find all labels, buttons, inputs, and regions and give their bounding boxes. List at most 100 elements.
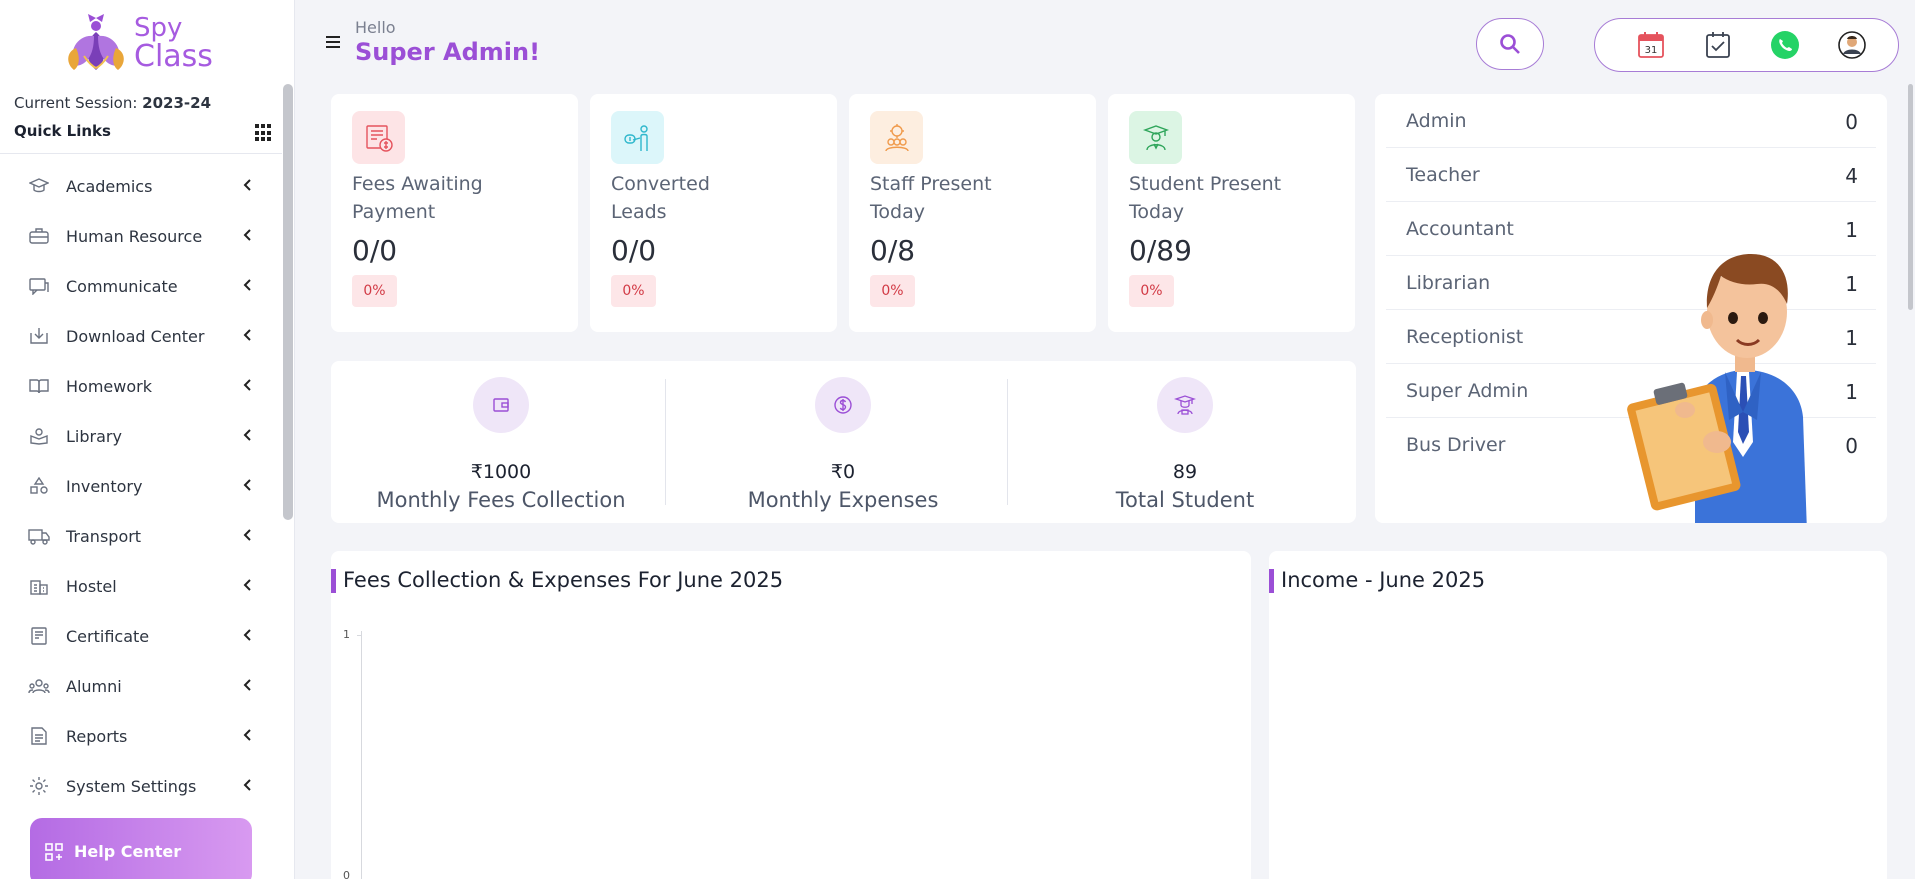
truck-icon xyxy=(28,525,50,547)
summary-value: 89 xyxy=(1172,461,1198,483)
panel-title: Income - June 2025 xyxy=(1281,568,1486,592)
divider xyxy=(1007,379,1008,505)
session-value: 2023-24 xyxy=(142,94,212,112)
sidebar-item-label: Communicate xyxy=(66,276,178,296)
sidebar-item-label: Academics xyxy=(66,176,153,196)
stat-title: Staff Present Today xyxy=(870,170,1070,226)
whatsapp-icon xyxy=(1771,31,1799,59)
current-session: Current Session: 2023-24 xyxy=(14,94,211,112)
sidebar-menu: Academics Human Resource Communicate Dow… xyxy=(0,161,282,811)
logo[interactable]: Spy Class xyxy=(64,12,234,74)
panel-title: Fees Collection & Expenses For June 2025 xyxy=(343,568,784,592)
logo-lotus-icon xyxy=(68,14,124,70)
stat-value: 0/8 xyxy=(870,234,916,267)
header-toolbar: 31 xyxy=(1594,18,1899,72)
user-greeting-name: Super Admin! xyxy=(355,38,541,66)
brand-line1: Spy xyxy=(134,13,183,43)
sidebar-item-system-settings[interactable]: System Settings xyxy=(0,761,282,811)
sidebar-item-download-center[interactable]: Download Center xyxy=(0,311,282,361)
summary-label: Monthly Expenses xyxy=(747,488,939,512)
income-chart-panel: Income - June 2025 xyxy=(1269,551,1887,879)
summary-monthly-expenses: ₹0 Monthly Expenses xyxy=(673,377,1013,512)
session-label: Current Session: xyxy=(14,94,143,112)
role-count: 0 xyxy=(1845,110,1858,134)
stat-card-student-present[interactable]: Student Present Today 0/89 0% xyxy=(1108,94,1355,332)
stat-card-staff-present[interactable]: Staff Present Today 0/8 0% xyxy=(849,94,1096,332)
role-name: Admin xyxy=(1406,110,1467,132)
help-center-label: Help Center xyxy=(74,842,182,861)
summary-monthly-fees: ₹1000 Monthly Fees Collection xyxy=(331,377,671,512)
briefcase-icon xyxy=(28,225,50,247)
library-icon xyxy=(28,425,50,447)
stat-card-fees-awaiting[interactable]: Fees Awaiting Payment 0/0 0% xyxy=(331,94,578,332)
stat-title: Converted Leads xyxy=(611,170,811,226)
sidebar-item-transport[interactable]: Transport xyxy=(0,511,282,561)
calendar-icon: 31 xyxy=(1638,32,1664,58)
sidebar-scrollbar-thumb[interactable] xyxy=(283,84,293,520)
stat-title: Fees Awaiting Payment xyxy=(352,170,552,226)
calendar-button[interactable]: 31 xyxy=(1635,29,1667,61)
sidebar-item-label: Reports xyxy=(66,726,128,746)
sidebar-item-homework[interactable]: Homework xyxy=(0,361,282,411)
y-axis-line xyxy=(361,631,362,879)
whatsapp-button[interactable] xyxy=(1769,29,1801,61)
role-row[interactable]: Admin 0 xyxy=(1386,94,1876,148)
sidebar-item-reports[interactable]: Reports xyxy=(0,711,282,761)
menu-toggle-icon[interactable] xyxy=(326,36,340,48)
sidebar-item-certificate[interactable]: Certificate xyxy=(0,611,282,661)
chevron-left-icon xyxy=(243,679,251,691)
sidebar-item-academics[interactable]: Academics xyxy=(0,161,282,211)
stat-percent-badge: 0% xyxy=(611,275,656,307)
apps-grid-icon[interactable] xyxy=(255,124,273,142)
staff-roles-card: Admin 0 Teacher 4 Accountant 1 Librarian… xyxy=(1375,94,1887,523)
calendar-day: 31 xyxy=(1645,45,1658,56)
stat-percent-badge: 0% xyxy=(1129,275,1174,307)
sidebar-item-label: Download Center xyxy=(66,326,205,346)
search-button[interactable] xyxy=(1476,18,1544,70)
sidebar-item-communicate[interactable]: Communicate xyxy=(0,261,282,311)
staff-group-icon xyxy=(870,111,923,164)
summary-card: ₹1000 Monthly Fees Collection ₹0 Monthly… xyxy=(331,361,1356,523)
profile-button[interactable] xyxy=(1836,29,1868,61)
chevron-left-icon xyxy=(243,329,251,341)
chevron-left-icon xyxy=(243,579,251,591)
sidebar-item-hostel[interactable]: Hostel xyxy=(0,561,282,611)
role-count: 4 xyxy=(1845,164,1858,188)
stat-value: 0/89 xyxy=(1129,234,1192,267)
stat-title-line2: Today xyxy=(1129,201,1184,223)
sidebar-item-label: System Settings xyxy=(66,776,197,796)
role-row[interactable]: Teacher 4 xyxy=(1386,148,1876,202)
chevron-left-icon xyxy=(243,379,251,391)
search-icon xyxy=(1500,34,1520,54)
sidebar-item-inventory[interactable]: Inventory xyxy=(0,461,282,511)
brand-line2: Class xyxy=(134,39,213,74)
stat-title-line1: Converted xyxy=(611,173,710,195)
fees-invoice-icon xyxy=(352,111,405,164)
y-tick-label: 1 xyxy=(343,628,350,641)
chevron-left-icon xyxy=(243,229,251,241)
wallet-icon xyxy=(473,377,529,433)
stat-title-line2: Today xyxy=(870,201,925,223)
sidebar-item-human-resource[interactable]: Human Resource xyxy=(0,211,282,261)
tasks-button[interactable] xyxy=(1702,29,1734,61)
stat-title-line1: Fees Awaiting xyxy=(352,173,483,195)
chevron-left-icon xyxy=(243,629,251,641)
sidebar-item-alumni[interactable]: Alumni xyxy=(0,661,282,711)
certificate-icon xyxy=(28,625,50,647)
summary-total-student: 89 Total Student xyxy=(1015,377,1355,512)
role-name: Teacher xyxy=(1406,164,1480,186)
gear-icon xyxy=(28,775,50,797)
chat-icon xyxy=(28,275,50,297)
download-icon xyxy=(28,325,50,347)
page-scrollbar-thumb[interactable] xyxy=(1908,84,1913,310)
role-name: Receptionist xyxy=(1406,326,1524,348)
book-open-icon xyxy=(28,375,50,397)
summary-value: ₹0 xyxy=(830,461,856,483)
sidebar-item-library[interactable]: Library xyxy=(0,411,282,461)
stat-card-converted-leads[interactable]: Converted Leads 0/0 0% xyxy=(590,94,837,332)
chevron-left-icon xyxy=(243,779,251,791)
help-center-button[interactable]: Help Center xyxy=(30,818,252,879)
stat-title-line1: Student Present xyxy=(1129,173,1282,195)
role-name: Librarian xyxy=(1406,272,1491,294)
stat-title-line1: Staff Present xyxy=(870,173,992,195)
